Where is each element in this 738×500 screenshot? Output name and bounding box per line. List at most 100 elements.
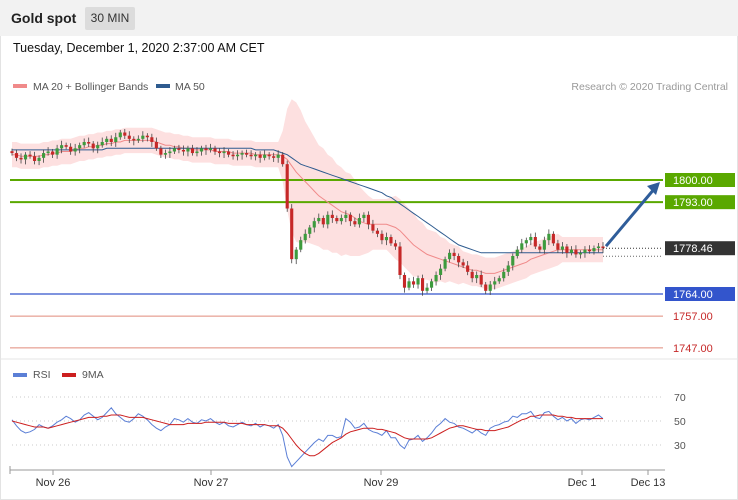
candle-body bbox=[416, 278, 420, 285]
candle-body bbox=[294, 249, 298, 260]
candle-body bbox=[344, 214, 348, 218]
candle-body bbox=[186, 148, 190, 152]
rsi-tick-70: 70 bbox=[674, 392, 686, 404]
candle-body bbox=[37, 157, 41, 161]
candle-body bbox=[538, 246, 542, 250]
candle-body bbox=[136, 138, 140, 141]
candle-body bbox=[109, 138, 113, 142]
candle-body bbox=[407, 281, 411, 288]
bollinger-band bbox=[12, 99, 603, 290]
candle-body bbox=[132, 138, 136, 141]
candle-body bbox=[190, 148, 195, 154]
candle-body bbox=[362, 214, 366, 218]
candle-body bbox=[249, 154, 253, 157]
candle-body bbox=[281, 154, 285, 165]
candle-body bbox=[583, 249, 587, 253]
candle-body bbox=[556, 243, 560, 250]
target-arrow-shaft bbox=[604, 187, 657, 248]
current-price-label: 1778.46 bbox=[673, 243, 713, 255]
candle-body bbox=[475, 275, 479, 279]
candle-body bbox=[46, 151, 50, 154]
candle-body bbox=[529, 237, 533, 241]
candle-body bbox=[321, 218, 325, 225]
candle-body bbox=[488, 284, 492, 291]
candle-body bbox=[524, 240, 528, 244]
credit-text: Research © 2020 Trading Central bbox=[571, 81, 728, 93]
candle-body bbox=[380, 233, 384, 241]
candle-body bbox=[339, 218, 343, 222]
candle-body bbox=[213, 148, 217, 152]
candle-body bbox=[69, 146, 73, 152]
candle-body bbox=[429, 281, 434, 288]
candle-body bbox=[484, 284, 488, 291]
candle-body bbox=[479, 275, 483, 285]
candle-body bbox=[357, 218, 361, 225]
candle-body bbox=[199, 148, 204, 152]
candle-body bbox=[172, 148, 176, 152]
candle-body bbox=[353, 221, 357, 225]
x-tick-label: Dec 13 bbox=[631, 477, 666, 489]
x-axis: Nov 26 Nov 27 Nov 29 Dec 1 Dec 13 bbox=[9, 466, 666, 489]
candle-body bbox=[574, 249, 578, 255]
candle-body bbox=[100, 142, 104, 146]
candle-body bbox=[290, 208, 294, 260]
candle-body bbox=[42, 153, 46, 158]
candle-body bbox=[195, 151, 199, 154]
candle-body bbox=[439, 268, 443, 275]
rsi-tick-30: 30 bbox=[674, 440, 686, 452]
candle-body bbox=[226, 151, 231, 155]
chart-canvas: MA 20 + Bollinger Bands MA 50 Research ©… bbox=[0, 81, 738, 489]
candle-body bbox=[236, 154, 240, 157]
candle-body bbox=[231, 154, 235, 157]
legend-swatch-ma20 bbox=[13, 84, 27, 88]
candle-body bbox=[141, 135, 145, 139]
candle-body bbox=[587, 249, 592, 252]
candle-body bbox=[91, 143, 95, 149]
candle-body bbox=[245, 153, 249, 155]
candle-body bbox=[330, 214, 334, 218]
candle-body bbox=[461, 262, 465, 266]
rsi-tick-50: 50 bbox=[674, 416, 686, 428]
candle-body bbox=[425, 287, 429, 291]
candle-body bbox=[154, 142, 158, 149]
candle-body bbox=[64, 145, 68, 147]
candle-body bbox=[551, 233, 555, 244]
candle-body bbox=[520, 243, 524, 250]
candle-body bbox=[208, 148, 213, 150]
candle-body bbox=[384, 237, 389, 241]
legend-label-ma50: MA 50 bbox=[175, 81, 205, 93]
candle-body bbox=[55, 148, 59, 155]
candle-body bbox=[82, 142, 86, 146]
candle-body bbox=[276, 154, 280, 158]
candle-body bbox=[375, 230, 379, 234]
candle-body bbox=[470, 271, 474, 279]
candle-body bbox=[263, 154, 267, 158]
candle-body bbox=[448, 252, 452, 260]
legend-swatch-9ma bbox=[62, 373, 76, 377]
candle-body bbox=[60, 145, 64, 149]
candle-body bbox=[87, 142, 91, 144]
candle-body bbox=[317, 218, 321, 222]
rsi-chart: 70 50 30 bbox=[11, 392, 686, 468]
candle-body bbox=[411, 281, 416, 285]
candle-body bbox=[96, 145, 100, 149]
legend-label-rsi: RSI bbox=[33, 369, 51, 381]
candle-body bbox=[506, 265, 510, 272]
candle-body bbox=[145, 135, 149, 138]
level-label-1764.00: 1764.00 bbox=[673, 289, 713, 301]
candle-body bbox=[511, 256, 515, 266]
candle-body bbox=[335, 218, 339, 222]
candle-body bbox=[420, 278, 425, 291]
candle-body bbox=[452, 252, 456, 256]
level-label-1747.00: 1747.00 bbox=[673, 343, 713, 355]
candle-body bbox=[10, 151, 14, 154]
level-label-1757.00: 1757.00 bbox=[673, 311, 713, 323]
candle-body bbox=[159, 148, 163, 155]
candle-body bbox=[114, 137, 118, 142]
candle-body bbox=[177, 148, 181, 150]
candle-body bbox=[466, 265, 470, 272]
candle-body bbox=[348, 214, 352, 222]
candle-body bbox=[254, 154, 258, 157]
candle-body bbox=[596, 246, 601, 249]
candle-body bbox=[163, 153, 167, 155]
